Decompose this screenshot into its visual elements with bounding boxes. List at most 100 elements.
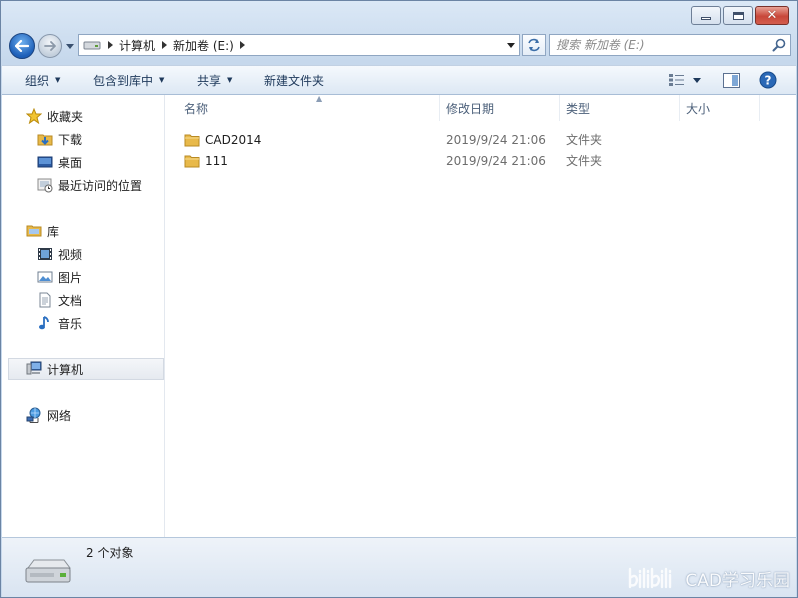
column-header-size[interactable]: 大小 (680, 95, 760, 121)
command-bar: 组织 ▼ 包含到库中 ▼ 共享 ▼ 新建文件夹 ? (2, 65, 796, 95)
refresh-button[interactable] (522, 34, 546, 56)
chevron-down-icon: ▼ (159, 76, 165, 84)
column-header-modified[interactable]: 修改日期 (440, 95, 560, 121)
caption-buttons: ✕ (691, 6, 789, 25)
breadcrumb-separator-icon[interactable] (238, 41, 248, 49)
nav-item-label: 最近访问的位置 (58, 178, 143, 193)
minimize-icon (701, 17, 711, 20)
file-modified: 2019/9/24 21:06 (446, 132, 546, 147)
recent-pages-dropdown[interactable] (65, 41, 75, 51)
share-label: 共享 (197, 73, 222, 88)
folder-icon (184, 153, 200, 169)
nav-item-pictures[interactable]: 图片 (37, 266, 82, 288)
nav-item-documents[interactable]: 文档 (37, 289, 82, 311)
include-in-library-label: 包含到库中 (93, 73, 154, 88)
nav-libraries[interactable]: 库 (26, 220, 59, 242)
organize-button[interactable]: 组织 ▼ (25, 66, 60, 94)
computer-icon (26, 361, 42, 377)
chevron-down-icon (507, 42, 515, 48)
file-name-cell: CAD2014 (184, 132, 261, 148)
item-count: 2 个对象 (86, 546, 134, 560)
file-list-pane[interactable]: 名称 ▲ 修改日期 类型 大小 CAD2014 2019/9/24 21:06 … (166, 94, 796, 537)
video-icon (37, 246, 53, 262)
forward-button[interactable] (38, 34, 62, 58)
table-row[interactable]: CAD2014 2019/9/24 21:06 文件夹 (166, 129, 796, 150)
file-modified: 2019/9/24 21:06 (446, 153, 546, 168)
nav-libraries-label: 库 (47, 224, 60, 239)
library-icon (26, 223, 42, 239)
include-in-library-button[interactable]: 包含到库中 ▼ (93, 66, 164, 94)
watermark: CAD学习乐园 (627, 565, 790, 591)
breadcrumb-computer[interactable]: 计算机 (115, 35, 159, 55)
breadcrumb-separator-icon[interactable] (159, 41, 169, 49)
nav-item-downloads[interactable]: 下载 (37, 128, 82, 150)
nav-network[interactable]: 网络 (26, 404, 71, 426)
address-history-dropdown[interactable] (503, 35, 519, 55)
back-arrow-icon (15, 40, 29, 52)
column-header-label: 名称 (184, 101, 209, 116)
nav-item-music[interactable]: 音乐 (37, 312, 82, 334)
column-header-name[interactable]: 名称 ▲ (178, 94, 440, 121)
file-type: 文件夹 (566, 133, 603, 147)
address-bar[interactable]: 计算机 新加卷 (E:) (78, 34, 520, 56)
chevron-down-icon: ▼ (227, 76, 233, 84)
sort-ascending-icon: ▲ (316, 94, 323, 103)
drive-icon (24, 556, 72, 589)
drive-crumb-icon[interactable] (79, 35, 105, 55)
bilibili-logo-icon (629, 567, 672, 589)
nav-item-recent-places[interactable]: 最近访问的位置 (37, 174, 142, 196)
column-header-type[interactable]: 类型 (560, 95, 680, 121)
back-button[interactable] (9, 33, 35, 59)
help-icon: ? (759, 71, 777, 89)
minimize-button[interactable] (691, 6, 721, 25)
pictures-icon (37, 269, 53, 285)
chevron-down-icon (66, 43, 74, 49)
share-button[interactable]: 共享 ▼ (197, 66, 232, 94)
nav-item-desktop[interactable]: 桌面 (37, 151, 82, 173)
close-icon: ✕ (766, 8, 778, 23)
file-type: 文件夹 (566, 154, 603, 168)
view-options-dropdown[interactable] (693, 70, 701, 90)
new-folder-button[interactable]: 新建文件夹 (264, 66, 324, 94)
nav-favorites-label: 收藏夹 (47, 109, 84, 124)
nav-item-label: 音乐 (58, 316, 83, 331)
file-name-cell: 111 (184, 153, 228, 169)
column-header-label: 大小 (686, 101, 711, 116)
chevron-down-icon: ▼ (55, 76, 61, 84)
nav-item-video[interactable]: 视频 (37, 243, 82, 265)
watermark-text: CAD学习乐园 (685, 570, 790, 591)
music-icon (37, 315, 53, 331)
column-header-label: 修改日期 (446, 101, 495, 116)
nav-network-label: 网络 (47, 408, 72, 423)
search-input[interactable] (556, 36, 766, 54)
status-bar: 2 个对象 CAD学习乐园 (2, 537, 796, 597)
preview-pane-button[interactable] (723, 70, 740, 90)
navigation-pane[interactable]: 收藏夹 下载 桌面 最近访问的位置 库 视频 图片 文档 音乐 计算机 网络 (2, 95, 165, 537)
search-box[interactable] (549, 34, 791, 56)
desktop-icon (37, 154, 53, 170)
search-icon[interactable] (772, 38, 786, 52)
chevron-down-icon (693, 77, 701, 83)
network-icon (26, 407, 42, 423)
breadcrumb-separator-icon[interactable] (105, 41, 115, 49)
file-name: CAD2014 (205, 132, 262, 147)
breadcrumb-drive-e[interactable]: 新加卷 (E:) (169, 35, 238, 55)
maximize-icon (732, 11, 744, 20)
downloads-icon (37, 131, 53, 147)
folder-icon (184, 132, 200, 148)
table-row[interactable]: 111 2019/9/24 21:06 文件夹 (166, 150, 796, 171)
file-name: 111 (205, 153, 228, 168)
documents-icon (37, 292, 53, 308)
organize-label: 组织 (25, 73, 50, 88)
nav-computer[interactable]: 计算机 (8, 358, 164, 380)
close-button[interactable]: ✕ (755, 6, 789, 25)
nav-item-label: 桌面 (58, 155, 83, 170)
content-area: 收藏夹 下载 桌面 最近访问的位置 库 视频 图片 文档 音乐 计算机 网络 名… (2, 94, 796, 537)
change-view-button[interactable] (668, 70, 686, 90)
nav-favorites[interactable]: 收藏夹 (26, 105, 83, 127)
maximize-button[interactable] (723, 6, 753, 25)
help-button[interactable]: ? (759, 70, 777, 90)
explorer-window: ✕ 计算机 新加卷 (E:) 搜索 新加卷 (E:) 组织 ▼ 包含到库中 ▼ … (0, 0, 798, 598)
recent-places-icon (37, 177, 53, 193)
nav-item-label: 图片 (58, 270, 83, 285)
